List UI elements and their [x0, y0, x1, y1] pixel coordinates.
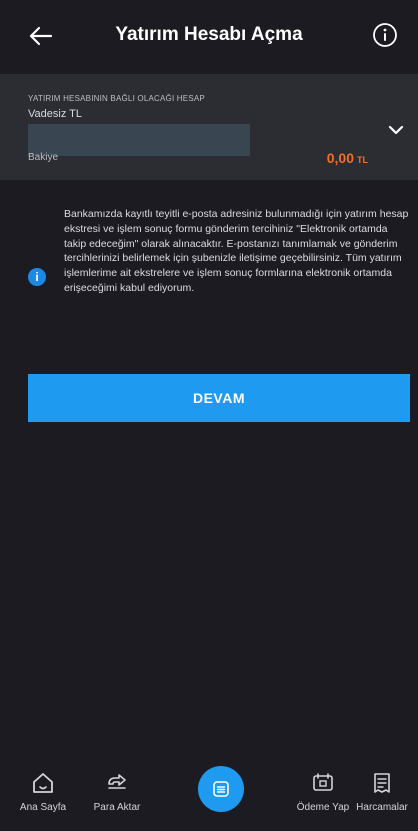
home-icon — [33, 773, 53, 793]
info-button[interactable] — [372, 22, 398, 48]
nav-label-expenses: Harcamalar — [356, 802, 408, 813]
account-section-label: YATIRIM HESABININ BAĞLI OLACAĞI HESAP — [28, 94, 205, 103]
account-name: Vadesiz TL — [28, 108, 83, 120]
masked-account-number — [28, 124, 250, 156]
menu-icon — [213, 781, 229, 797]
nav-item-expenses[interactable]: Harcamalar — [346, 756, 418, 813]
nav-label-home: Ana Sayfa — [19, 802, 67, 813]
balance-value: 0,00 TL — [327, 150, 368, 166]
nav-label-payment: Ödeme Yap — [296, 802, 350, 813]
notice-text: Bankamızda kayıtlı teyitli e-posta adres… — [64, 208, 409, 294]
nav-item-transfer[interactable]: Para Aktar — [76, 756, 158, 813]
info-circle-icon: i — [28, 268, 46, 286]
balance-amount: 0,00 — [326, 150, 354, 166]
balance-label: Bakiye — [28, 152, 59, 163]
continue-button[interactable]: DEVAM — [28, 374, 410, 422]
main-menu-button[interactable] — [198, 766, 244, 812]
top-bar: Yatırım Hesabı Açma — [0, 0, 418, 72]
money-transfer-icon — [108, 774, 126, 789]
nav-item-home[interactable]: Ana Sayfa — [2, 756, 84, 813]
receipt-icon — [374, 773, 390, 793]
chevron-down-icon[interactable] — [388, 124, 404, 136]
payment-icon — [313, 773, 333, 791]
nav-label-transfer: Para Aktar — [93, 802, 141, 813]
info-icon — [373, 23, 397, 47]
balance-currency: TL — [357, 155, 368, 165]
page-title: Yatırım Hesabı Açma — [115, 24, 303, 45]
